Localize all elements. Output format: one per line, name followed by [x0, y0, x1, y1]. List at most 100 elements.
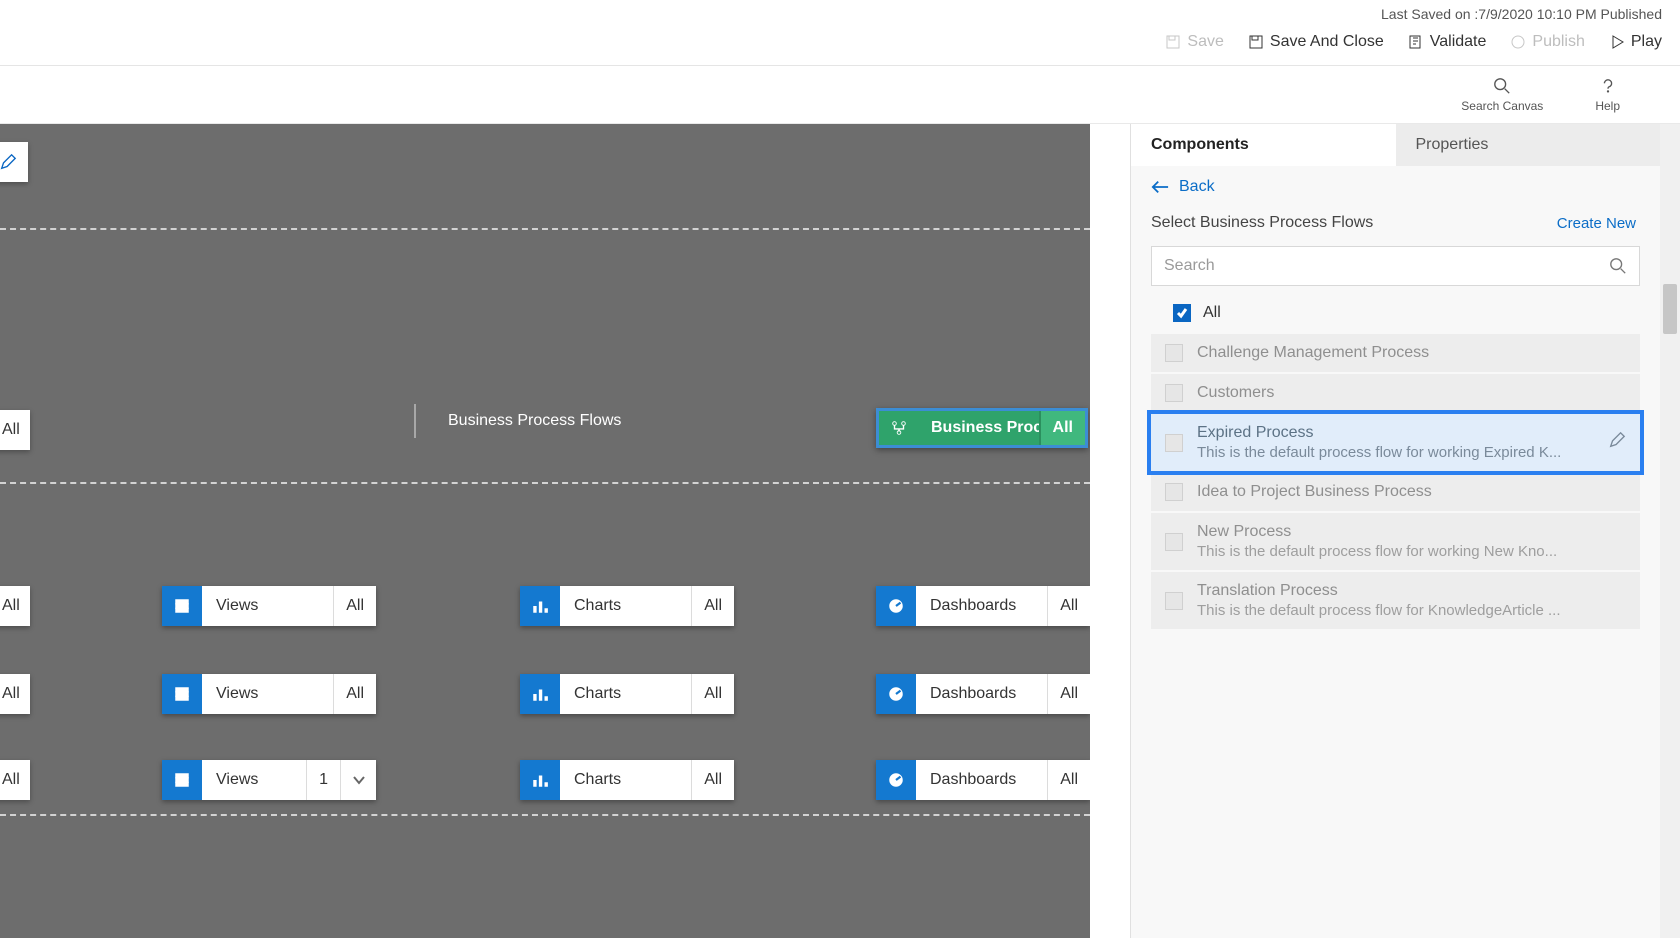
save-label: Save — [1187, 33, 1223, 51]
publish-button[interactable]: Publish — [1510, 33, 1584, 51]
dashboards-tag: All — [1047, 674, 1090, 714]
help-button[interactable]: Help — [1595, 77, 1620, 113]
canvas-area: All Business Process Flows Business Proc… — [0, 124, 1130, 938]
edge-chip-label: All — [0, 674, 30, 714]
checkbox[interactable] — [1165, 533, 1183, 551]
gauge-icon — [876, 760, 916, 800]
back-button[interactable]: Back — [1131, 166, 1660, 208]
search-input[interactable] — [1164, 257, 1609, 275]
edit-process-button[interactable] — [1608, 431, 1626, 454]
selected-bpf-tag: All — [1039, 411, 1085, 445]
charts-tag: All — [691, 586, 734, 626]
edge-chip-row3[interactable]: All — [0, 760, 30, 800]
publish-label: Publish — [1532, 33, 1584, 51]
search-icon — [1609, 257, 1627, 275]
panel-scrollbar[interactable] — [1660, 124, 1680, 938]
section-divider-2 — [0, 482, 1090, 484]
views-dropdown[interactable] — [340, 760, 376, 800]
validate-label: Validate — [1430, 33, 1487, 51]
section-divider — [0, 228, 1090, 230]
views-tag: All — [333, 674, 376, 714]
back-label: Back — [1179, 178, 1215, 196]
views-chip-1[interactable]: Views All — [162, 586, 376, 626]
charts-chip-1[interactable]: Charts All — [520, 586, 734, 626]
process-item[interactable]: Idea to Project Business Process — [1151, 473, 1640, 511]
selected-bpf-label: Business Proces... — [919, 411, 1039, 445]
dashboards-label: Dashboards — [916, 674, 1047, 714]
check-icon — [1176, 307, 1188, 319]
edge-chip-1[interactable]: All — [0, 410, 30, 450]
search-box[interactable] — [1151, 246, 1640, 286]
dashboards-chip-2[interactable]: Dashboards All — [876, 674, 1090, 714]
play-button[interactable]: Play — [1609, 33, 1662, 51]
arrow-left-icon — [1151, 180, 1169, 194]
checkbox[interactable] — [1165, 384, 1183, 402]
process-item[interactable]: New ProcessThis is the default process f… — [1151, 513, 1640, 570]
views-chip-2[interactable]: Views All — [162, 674, 376, 714]
search-canvas-button[interactable]: Search Canvas — [1461, 77, 1543, 113]
edge-chip-row1[interactable]: All — [0, 586, 30, 626]
create-new-link[interactable]: Create New — [1557, 215, 1636, 232]
select-all-row[interactable]: All — [1131, 294, 1660, 334]
dashboards-tag: All — [1047, 760, 1090, 800]
save-and-close-button[interactable]: Save And Close — [1248, 33, 1384, 51]
save-icon — [1165, 34, 1181, 50]
views-label: Views — [202, 760, 306, 800]
checkbox[interactable] — [1165, 344, 1183, 362]
process-desc: This is the default process flow for wor… — [1197, 444, 1594, 461]
tab-properties[interactable]: Properties — [1396, 124, 1661, 166]
section-label-bpf: Business Process Flows — [448, 412, 621, 430]
toolbar: Search Canvas Help — [0, 66, 1680, 124]
process-name: Translation Process — [1197, 582, 1626, 600]
dashboards-label: Dashboards — [916, 586, 1047, 626]
play-label: Play — [1631, 33, 1662, 51]
gauge-icon — [876, 674, 916, 714]
dashboards-chip-3[interactable]: Dashboards All — [876, 760, 1090, 800]
chevron-down-icon — [352, 773, 366, 787]
all-label: All — [1203, 304, 1221, 322]
last-saved-label: Last Saved on :7/9/2020 10:10 PM Publish… — [1381, 6, 1662, 22]
validate-icon — [1408, 34, 1424, 50]
checkbox[interactable] — [1165, 592, 1183, 610]
pencil-icon — [1608, 431, 1626, 449]
views-tag: 1 — [306, 760, 340, 800]
edge-chip-label: All — [0, 760, 30, 800]
edge-chip-row2[interactable]: All — [0, 674, 30, 714]
save-button[interactable]: Save — [1165, 33, 1223, 51]
edit-node-button[interactable] — [0, 142, 28, 182]
edge-chip-label: All — [0, 586, 30, 626]
views-chip-3[interactable]: Views 1 — [162, 760, 376, 800]
tab-components[interactable]: Components — [1131, 124, 1396, 166]
validate-button[interactable]: Validate — [1408, 33, 1487, 51]
top-actions: Save Save And Close Validate Publish Pla… — [1165, 24, 1662, 60]
save-close-icon — [1248, 34, 1264, 50]
help-label: Help — [1595, 99, 1620, 113]
charts-tag: All — [691, 760, 734, 800]
process-name: New Process — [1197, 523, 1626, 541]
process-item[interactable]: Customers — [1151, 374, 1640, 412]
charts-chip-2[interactable]: Charts All — [520, 674, 734, 714]
charts-chip-3[interactable]: Charts All — [520, 760, 734, 800]
grid-icon — [162, 586, 202, 626]
process-item[interactable]: Challenge Management Process — [1151, 334, 1640, 372]
process-item[interactable]: Translation ProcessThis is the default p… — [1151, 572, 1640, 629]
checkbox-all[interactable] — [1173, 304, 1191, 322]
selected-bpf-chip[interactable]: Business Proces... All — [876, 408, 1088, 448]
process-name: Idea to Project Business Process — [1197, 483, 1626, 501]
flow-icon — [879, 411, 919, 445]
process-item[interactable]: Expired ProcessThis is the default proce… — [1151, 414, 1640, 471]
process-name: Customers — [1197, 384, 1626, 402]
charts-label: Charts — [560, 586, 691, 626]
search-canvas-label: Search Canvas — [1461, 99, 1543, 113]
right-panel: Components Properties Back Select Busine… — [1130, 124, 1680, 938]
design-canvas[interactable]: All Business Process Flows Business Proc… — [0, 124, 1090, 938]
process-name: Challenge Management Process — [1197, 344, 1626, 362]
panel-title: Select Business Process Flows — [1151, 214, 1373, 232]
gauge-icon — [876, 586, 916, 626]
checkbox[interactable] — [1165, 434, 1183, 452]
scrollbar-thumb[interactable] — [1663, 284, 1677, 334]
charts-tag: All — [691, 674, 734, 714]
checkbox[interactable] — [1165, 483, 1183, 501]
charts-label: Charts — [560, 760, 691, 800]
dashboards-chip-1[interactable]: Dashboards All — [876, 586, 1090, 626]
